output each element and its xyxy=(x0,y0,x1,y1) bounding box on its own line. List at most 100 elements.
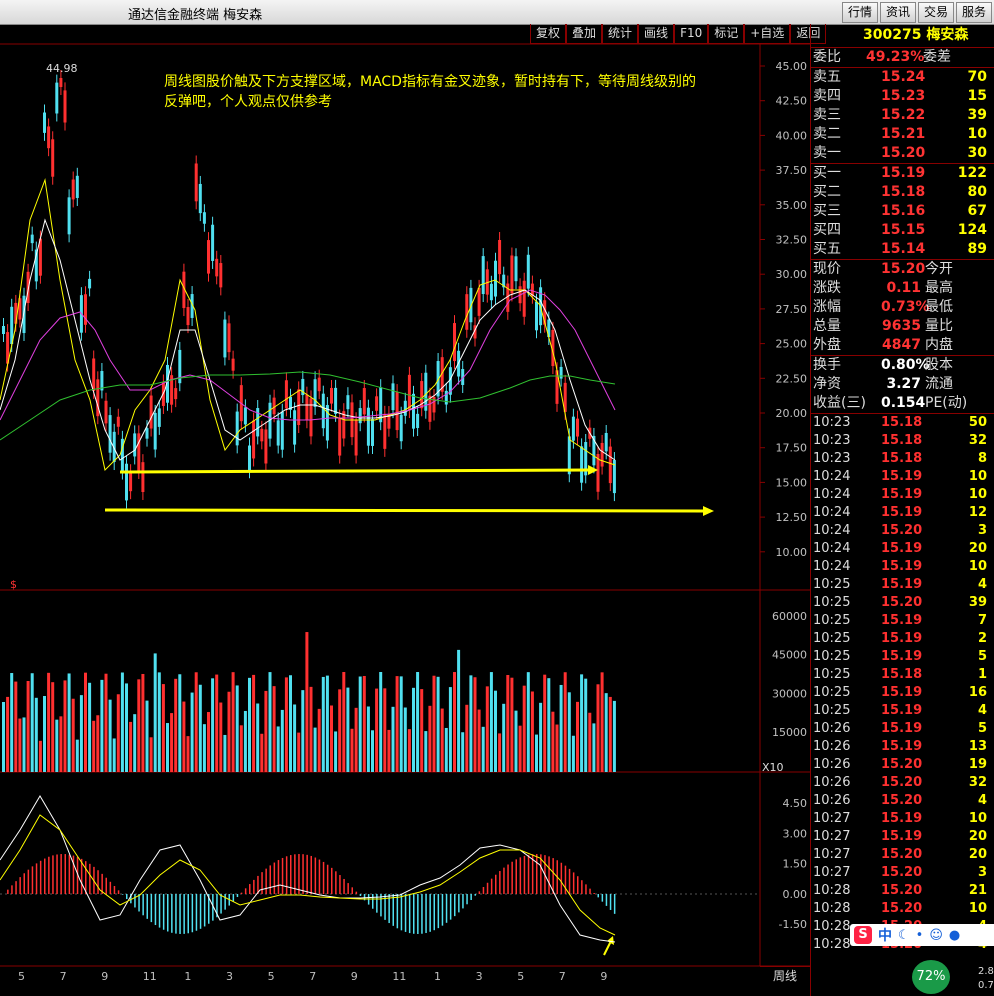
month-label: 5 xyxy=(18,970,25,983)
buy-level-row[interactable]: 买五 15.14 89 xyxy=(811,240,994,259)
volume-bar xyxy=(243,710,247,772)
candle-body xyxy=(477,287,481,316)
sell-level-row[interactable]: 卖二 15.21 10 xyxy=(811,125,994,144)
sell-level-row[interactable]: 卖三 15.22 39 xyxy=(811,106,994,125)
volume-bar xyxy=(51,682,55,772)
volume-bar xyxy=(403,707,407,772)
macd-bar xyxy=(597,894,599,898)
macd-bar xyxy=(429,894,431,932)
macd-bar xyxy=(478,891,481,894)
volume-bar xyxy=(465,704,469,772)
volume-bar xyxy=(10,673,14,772)
volume-bar xyxy=(457,649,461,772)
candle-body xyxy=(235,411,239,446)
volume-bar xyxy=(235,685,239,772)
candle-body xyxy=(358,408,362,424)
volume-bar xyxy=(436,676,440,772)
volume-bar xyxy=(510,677,514,772)
volume-bar xyxy=(489,672,493,772)
chart-toolbar: 复权 叠加 统计 画线 F10 标记 +自选 返回 xyxy=(530,24,827,44)
volume-bar xyxy=(260,733,264,772)
ime-toolbar[interactable]: S 中 ☾ • ☺ ● xyxy=(850,924,994,946)
ime-chinese-label[interactable]: 中 xyxy=(878,925,892,945)
macd-bar xyxy=(285,856,288,894)
volume-bar xyxy=(334,731,338,772)
volume-bar xyxy=(350,728,354,772)
toolbar-huaxian[interactable]: 画线 xyxy=(638,24,675,44)
volume-bar xyxy=(596,684,600,772)
volume-bar xyxy=(30,673,34,772)
tick-row: 10:25 15.19 5 xyxy=(813,649,987,664)
toolbar-zixuan[interactable]: +自选 xyxy=(744,24,791,44)
macd-bar xyxy=(183,894,185,934)
dot-icon[interactable]: • xyxy=(916,928,924,943)
candle-body xyxy=(211,224,215,261)
macd-bar xyxy=(425,894,427,934)
volume-bar xyxy=(453,672,456,772)
volume-bar xyxy=(325,675,329,772)
sell-level-row[interactable]: 卖五 15.24 70 xyxy=(811,68,994,87)
candle-body xyxy=(571,416,575,441)
volume-bar xyxy=(79,695,83,772)
price-axis-label: 15.00 xyxy=(776,476,808,489)
mic-icon[interactable]: ● xyxy=(949,928,960,943)
moon-icon[interactable]: ☾ xyxy=(898,928,910,943)
buy-level-row[interactable]: 买三 15.16 67 xyxy=(811,202,994,221)
volume-bar xyxy=(448,687,452,772)
volume-bar xyxy=(289,675,292,772)
macd-bar xyxy=(322,861,325,894)
smile-icon[interactable]: ☺ xyxy=(929,928,943,943)
tick-row: 10:28 15.20 21 xyxy=(813,883,987,898)
tick-row: 10:23 15.18 8 xyxy=(813,451,987,466)
toolbar-fuquan[interactable]: 复权 xyxy=(530,24,567,44)
macd-bar xyxy=(585,884,587,894)
volume-bar xyxy=(432,675,436,772)
volume-bar xyxy=(440,708,444,772)
buy-level-row[interactable]: 买一 15.19 122 xyxy=(811,164,994,183)
toolbar-f10[interactable]: F10 xyxy=(674,24,709,44)
candle-body xyxy=(317,377,321,392)
price-axis-label: 25.00 xyxy=(776,338,808,351)
candle-body xyxy=(453,323,456,362)
stat-row: 收益(三) 0.154 PE(动) xyxy=(813,395,968,411)
candle-body xyxy=(71,179,75,200)
stat-row: 涨跌 0.11 最高 xyxy=(813,280,953,296)
macd-bar xyxy=(85,861,87,894)
volume-bar xyxy=(444,727,448,772)
toolbar-diejia[interactable]: 叠加 xyxy=(566,24,603,44)
buy-level-row[interactable]: 买四 15.15 124 xyxy=(811,221,994,240)
top-button-news[interactable]: 资讯 xyxy=(879,2,916,23)
tick-row: 10:23 15.18 32 xyxy=(813,433,987,448)
volume-bar xyxy=(125,683,128,772)
top-button-quote[interactable]: 行情 xyxy=(841,2,878,23)
volume-axis-label: 30000 xyxy=(772,687,807,700)
kline-chart[interactable]: 45.0042.5040.0037.5035.0032.5030.0027.50… xyxy=(0,24,810,996)
top-button-service[interactable]: 服务 xyxy=(955,2,992,23)
sell-level-row[interactable]: 卖一 15.20 30 xyxy=(811,144,994,163)
macd-bar xyxy=(458,894,460,913)
volume-bar xyxy=(67,673,71,772)
tick-row: 10:24 15.19 10 xyxy=(813,469,987,484)
macd-bar xyxy=(240,892,243,894)
sell-level-row[interactable]: 卖四 15.23 15 xyxy=(811,87,994,106)
volume-bar xyxy=(588,712,592,772)
volume-bar xyxy=(518,725,522,772)
macd-bar xyxy=(605,894,608,906)
candle-body xyxy=(59,78,63,88)
period-label[interactable]: 周线 xyxy=(760,966,810,985)
toolbar-tongji[interactable]: 统计 xyxy=(602,24,639,44)
macd-bar xyxy=(462,894,464,909)
buy-level-row[interactable]: 买二 15.18 80 xyxy=(811,183,994,202)
tick-row: 10:25 15.19 16 xyxy=(813,685,987,700)
candle-body xyxy=(272,397,276,415)
macd-bar xyxy=(249,884,251,894)
toolbar-biaoji[interactable]: 标记 xyxy=(708,24,745,44)
tick-row: 10:27 15.19 10 xyxy=(813,811,987,826)
volume-bar xyxy=(366,706,370,772)
tick-row: 10:25 15.19 2 xyxy=(813,631,987,646)
volume-bar xyxy=(592,723,596,772)
candle-body xyxy=(395,392,399,431)
top-button-trade[interactable]: 交易 xyxy=(917,2,954,23)
candle-body xyxy=(305,394,309,421)
macd-bar xyxy=(117,890,120,894)
